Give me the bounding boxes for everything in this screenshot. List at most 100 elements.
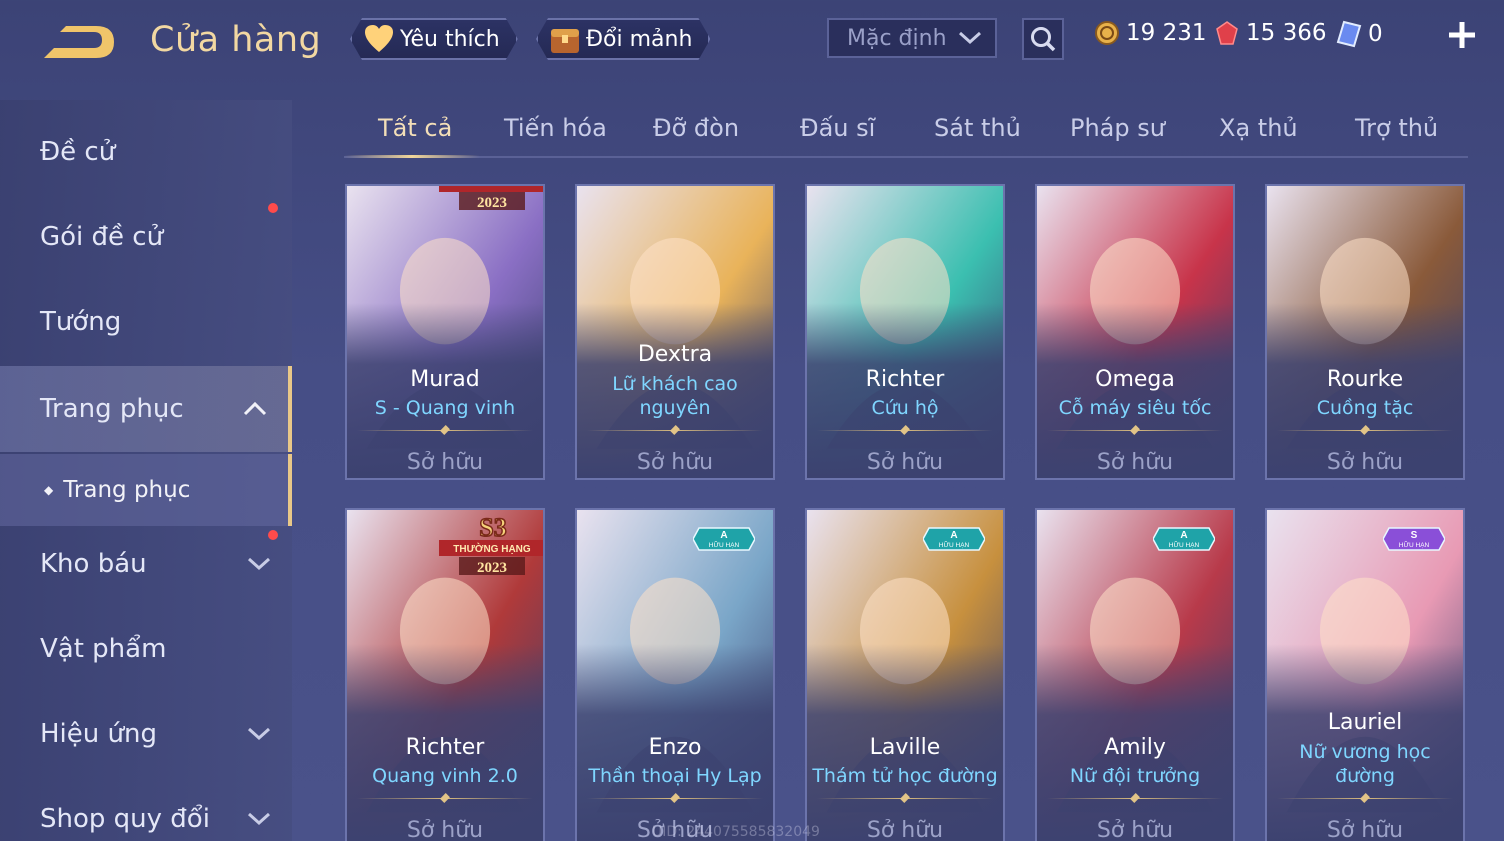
badge-year: 2023	[477, 560, 507, 576]
tier-letter: A	[1180, 530, 1187, 541]
tab-label: Trợ thủ	[1355, 114, 1439, 142]
skin-name: S - Quang vinh	[374, 397, 516, 419]
owned-status: Sở hữu	[636, 450, 714, 475]
tab-label: Tiến hóa	[504, 114, 607, 142]
treasure-chest-icon	[548, 22, 582, 56]
favorite-label: Yêu thích	[400, 26, 500, 52]
skin-card[interactable]: Lauriel Nữ vương học đường Sở hữu S HỮU HẠN	[1265, 508, 1465, 841]
sidebar-item-skins[interactable]: Trang phục	[0, 366, 292, 452]
tab-all[interactable]: Tất cả	[378, 114, 452, 142]
badge-rank: THƯỜNG HẠNG	[453, 542, 531, 555]
skin-card[interactable]: Laville Thám tử học đường Sở hữu A HỮU HẠN	[805, 508, 1005, 841]
tab-assassin[interactable]: Sát thủ	[934, 114, 1021, 142]
hero-name: Laville	[869, 735, 941, 760]
sidebar-item-label: Vật phẩm	[40, 634, 167, 664]
owned-status: Sở hữu	[866, 818, 944, 841]
search-icon	[1031, 27, 1056, 52]
tab-label: Sát thủ	[934, 114, 1021, 142]
tier-sub: HỮU HẠN	[709, 540, 740, 549]
season-rank-badge: S3THƯỜNG HẠNG 2023	[439, 512, 543, 576]
tier-sub: HỮU HẠN	[1169, 540, 1200, 549]
skin-card[interactable]: Dextra Lữ khách cao nguyên Sở hữu	[575, 184, 775, 480]
tab-tank[interactable]: Đỡ đòn	[653, 114, 739, 142]
hero-name: Enzo	[648, 735, 702, 760]
chevron-down-icon	[247, 812, 271, 826]
divider	[587, 793, 763, 803]
hero-name: Richter	[405, 735, 485, 760]
hero-name: Dextra	[637, 342, 713, 367]
divider	[357, 793, 533, 803]
skin-name: Nữ đội trưởng	[1069, 765, 1201, 787]
back-icon[interactable]	[40, 22, 120, 66]
heart-icon	[362, 22, 396, 56]
divider	[357, 425, 533, 435]
skin-card[interactable]: Richter Quang vinh 2.0 Sở hữu S3 THƯỜNG HẠNG…	[345, 508, 545, 841]
sort-dropdown[interactable]: Mặc định	[827, 18, 997, 58]
divider	[817, 793, 993, 803]
hero-name: Lauriel	[1327, 710, 1403, 735]
tab-marksman[interactable]: Xạ thủ	[1219, 114, 1298, 142]
notification-dot	[268, 203, 278, 213]
tab-fighter[interactable]: Đấu sĩ	[800, 114, 875, 142]
sidebar-item-label: Trang phục	[40, 394, 184, 424]
divider	[1047, 793, 1223, 803]
skin-name: Quang vinh 2.0	[372, 765, 518, 787]
sidebar-item-items[interactable]: Vật phẩm	[0, 609, 292, 689]
tab-evolution[interactable]: Tiến hóa	[504, 114, 607, 142]
divider	[1277, 793, 1453, 803]
sidebar-subitem-skins[interactable]: ◆ Trang phục	[0, 454, 292, 526]
gold-currency: 19 231	[1094, 20, 1206, 46]
skin-card[interactable]: Rourke Cuồng tặc Sở hữu	[1265, 184, 1465, 480]
tier-letter: A	[720, 530, 727, 541]
skin-name: Thần thoại Hy Lạp	[588, 765, 762, 787]
chevron-down-icon	[247, 727, 271, 741]
active-tab-indicator	[344, 155, 480, 158]
favorite-button[interactable]: Yêu thích	[350, 18, 518, 60]
sidebar-item-label: Tướng	[40, 307, 122, 337]
page-title: Cửa hàng	[150, 20, 322, 60]
tab-label: Pháp sư	[1070, 114, 1165, 142]
search-button[interactable]	[1022, 18, 1064, 60]
notification-dot	[268, 530, 278, 540]
skin-card[interactable]: Murad S - Quang vinh Sở hữu 2023	[345, 184, 545, 480]
gold-amount: 19 231	[1126, 20, 1207, 46]
sidebar-item-label: Kho báu	[40, 549, 147, 579]
sidebar-item-heroes[interactable]: Tướng	[0, 282, 292, 362]
skin-name: Thám tử học đường	[812, 765, 998, 787]
hero-name: Amily	[1104, 735, 1166, 760]
skin-card[interactable]: Enzo Thần thoại Hy Lạp Sở hữu A HỮU HẠN	[575, 508, 775, 841]
skin-name: Cuồng tặc	[1316, 397, 1414, 419]
tier-letter: S	[1411, 530, 1418, 541]
diamond-bullet-icon: ◆	[44, 483, 54, 497]
limited-tier-badge: AHỮU HẠN	[923, 527, 985, 551]
plus-icon[interactable]	[1447, 20, 1477, 50]
sidebar-item-label: Đề cử	[40, 137, 116, 167]
sidebar-item-effects[interactable]: Hiệu ứng	[0, 694, 292, 774]
exchange-label: Đổi mảnh	[586, 26, 693, 52]
skin-name: Cứu hộ	[871, 397, 939, 419]
tab-support[interactable]: Trợ thủ	[1355, 114, 1438, 142]
skin-name: Cỗ máy siêu tốc	[1058, 397, 1212, 419]
skin-card[interactable]: Richter Cứu hộ Sở hữu	[805, 184, 1005, 480]
sort-value: Mặc định	[847, 25, 947, 51]
exchange-button[interactable]: Đổi mảnh	[536, 18, 710, 60]
hero-name: Rourke	[1326, 367, 1404, 392]
sidebar-item-bundles[interactable]: Gói đề cử	[0, 197, 292, 277]
tab-label: Đấu sĩ	[800, 114, 876, 142]
limited-tier-badge: AHỮU HẠN	[1153, 527, 1215, 551]
tab-mage[interactable]: Pháp sư	[1070, 114, 1165, 142]
skin-name: Lữ khách cao nguyên	[612, 373, 738, 419]
skin-card[interactable]: Omega Cỗ máy siêu tốc Sở hữu	[1035, 184, 1235, 480]
sidebar-item-treasure[interactable]: Kho báu	[0, 524, 292, 604]
skin-card[interactable]: Amily Nữ đội trưởng Sở hữu A HỮU HẠN	[1035, 508, 1235, 841]
divider	[587, 425, 763, 435]
sidebar-item-label: Shop quy đổi	[40, 804, 210, 834]
chevron-down-icon	[247, 557, 271, 571]
sidebar-item-exchange-shop[interactable]: Shop quy đổi	[0, 779, 292, 841]
red-gem-icon	[1216, 21, 1238, 45]
sidebar-item-recommended[interactable]: Đề cử	[0, 112, 292, 192]
tier-letter: A	[950, 530, 957, 541]
skin-name: Nữ vương học đường	[1299, 741, 1431, 787]
owned-status: Sở hữu	[1326, 818, 1404, 841]
tab-label: Xạ thủ	[1219, 114, 1298, 142]
